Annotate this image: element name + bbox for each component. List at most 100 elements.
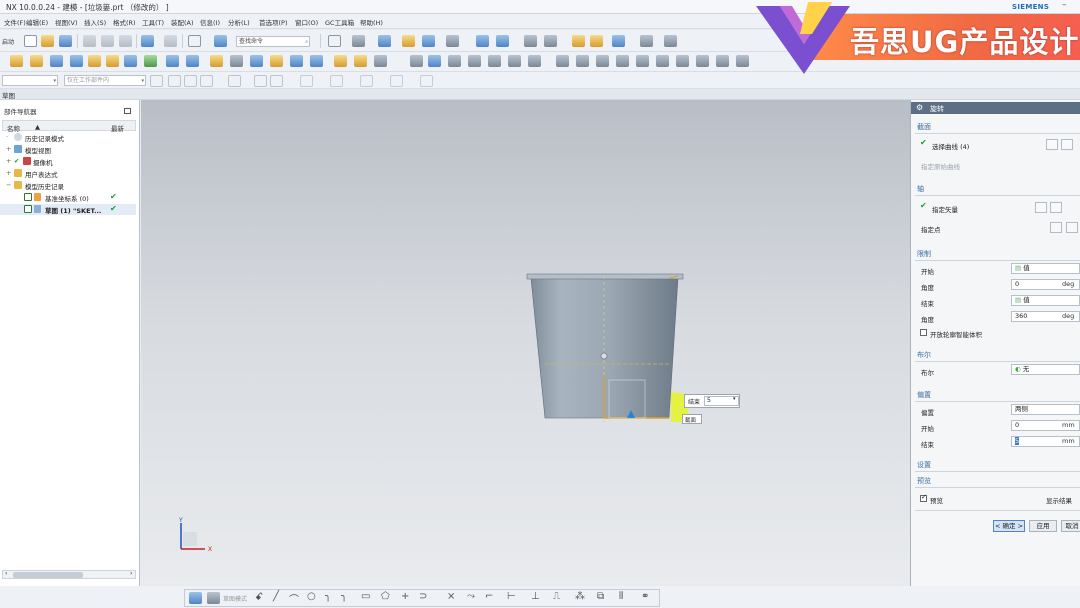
arc-icon[interactable]: ⌒: [289, 591, 299, 606]
sweep-icon[interactable]: [354, 55, 367, 67]
end-type-select[interactable]: ▤ 值: [1011, 295, 1080, 306]
studio-surface-icon[interactable]: [468, 55, 481, 67]
more-icon[interactable]: ⚭: [641, 591, 649, 602]
grid-icon[interactable]: [207, 592, 220, 604]
bounded-plane-icon[interactable]: [508, 55, 521, 67]
arc-icon[interactable]: [576, 55, 589, 67]
chamfer-icon[interactable]: [186, 55, 199, 67]
start-menu[interactable]: 启动: [2, 37, 14, 46]
swept-icon[interactable]: [488, 55, 501, 67]
open-icon[interactable]: [41, 35, 54, 47]
paste-icon[interactable]: [119, 35, 132, 47]
command-finder-icon[interactable]: [214, 35, 227, 47]
tree-item-history-mode[interactable]: · 历史记录模式: [0, 132, 136, 143]
chamfer-icon[interactable]: ╮: [341, 591, 347, 602]
show-result-label[interactable]: 显示结果: [1046, 495, 1072, 505]
sew-icon[interactable]: [528, 55, 541, 67]
pattern-icon[interactable]: [270, 55, 283, 67]
render-style-icon[interactable]: [378, 35, 391, 47]
shaded-icon[interactable]: [422, 35, 435, 47]
line-icon[interactable]: [556, 55, 569, 67]
tree-item-user-expressions[interactable]: + 用户表达式: [0, 168, 136, 179]
cancel-button[interactable]: 取消: [1061, 520, 1080, 532]
polygon-icon[interactable]: ⬠: [381, 591, 390, 602]
snap-on-face-icon[interactable]: [420, 75, 433, 87]
inferred-point-icon[interactable]: [1066, 222, 1078, 233]
project-curve-icon[interactable]: [656, 55, 669, 67]
menu-format[interactable]: 格式(R): [113, 17, 136, 27]
dimension-icon[interactable]: ⊢: [507, 591, 516, 602]
trim-body-icon[interactable]: [250, 55, 263, 67]
line-icon[interactable]: ╱: [273, 591, 279, 602]
offset-end-input[interactable]: 5 mm: [1011, 436, 1080, 447]
edge-blend-icon[interactable]: [166, 55, 179, 67]
shell-icon[interactable]: [210, 55, 223, 67]
menu-view[interactable]: 视图(V): [55, 17, 78, 27]
revolve-icon[interactable]: [30, 55, 43, 67]
offset-start-input[interactable]: 0 mm: [1011, 420, 1080, 431]
profile-icon[interactable]: ꗃ: [255, 592, 263, 603]
ruled-icon[interactable]: [448, 55, 461, 67]
redo-icon[interactable]: [164, 35, 177, 47]
measure-icon[interactable]: [590, 35, 603, 47]
vector-dialog-icon[interactable]: [1035, 202, 1047, 213]
point-icon[interactable]: +: [401, 591, 409, 602]
section-header-limits[interactable]: 限制: [917, 249, 931, 259]
menu-file[interactable]: 文件(F): [4, 17, 26, 27]
end-value-popup[interactable]: 结束 5 ▾: [684, 394, 740, 408]
menu-preferences[interactable]: 首选项(P): [259, 17, 288, 27]
menu-edit[interactable]: 编辑(E): [26, 17, 48, 27]
type-filter-select[interactable]: ▾: [2, 75, 58, 86]
constraint-icon[interactable]: ⊥: [531, 591, 540, 602]
menu-information[interactable]: 信息(I): [200, 17, 220, 27]
fit-view-icon[interactable]: [328, 35, 341, 47]
select-mode-icon[interactable]: [168, 75, 181, 87]
snap-midpoint-icon[interactable]: [228, 75, 241, 87]
command-search-input[interactable]: 查找命令 ⌕: [236, 36, 310, 47]
snap-endpoint-icon[interactable]: [200, 75, 213, 87]
start-angle-input[interactable]: 0 deg: [1011, 279, 1080, 290]
menu-tools[interactable]: 工具(T): [142, 17, 164, 27]
through-curves-icon[interactable]: [428, 55, 441, 67]
bridge-curve-icon[interactable]: [696, 55, 709, 67]
snap-control-icon[interactable]: [254, 75, 267, 87]
selection-scope-select[interactable]: 仅在工作部件内 ▾: [64, 75, 146, 86]
model-canvas[interactable]: Y X: [141, 100, 910, 586]
fillet-icon[interactable]: ╮: [325, 591, 331, 602]
tree-item-datum-csys[interactable]: 基准坐标系 (0) ✔: [0, 192, 136, 203]
specify-vector-label[interactable]: 指定矢量: [932, 204, 958, 214]
curve-rule-icon[interactable]: [1046, 139, 1058, 150]
ruler-icon[interactable]: [640, 35, 653, 47]
deselect-icon[interactable]: [184, 75, 197, 87]
tree-item-sketch[interactable]: 草图 (1) "SKET... ✔: [0, 204, 136, 215]
visibility-checkbox[interactable]: [24, 205, 32, 213]
extend-icon[interactable]: ⤳: [467, 591, 475, 602]
mirror-icon[interactable]: [290, 55, 303, 67]
unite-icon[interactable]: [144, 55, 157, 67]
surface-icon[interactable]: [410, 55, 423, 67]
specify-origin-curve-label[interactable]: 指定原始曲线: [921, 161, 960, 171]
view-orient-icon[interactable]: [352, 35, 365, 47]
boss-icon[interactable]: [106, 55, 119, 67]
derived-icon[interactable]: ⫴: [619, 591, 623, 602]
snap-on-curve-icon[interactable]: [390, 75, 403, 87]
project-icon[interactable]: ⧉: [597, 591, 604, 602]
wcs-icon[interactable]: [544, 35, 557, 47]
snap-point-icon[interactable]: [360, 75, 373, 87]
cylinder-icon[interactable]: [70, 55, 83, 67]
section-header-preview[interactable]: 预览: [917, 476, 931, 486]
sort-ascending-icon[interactable]: ▲: [35, 123, 40, 131]
background-icon[interactable]: [446, 35, 459, 47]
block-icon[interactable]: [50, 55, 63, 67]
thicken-icon[interactable]: [334, 55, 347, 67]
helix-icon[interactable]: [636, 55, 649, 67]
hole-icon[interactable]: [88, 55, 101, 67]
tree-item-model-views[interactable]: + 模型视图: [0, 144, 136, 155]
window-icon[interactable]: [188, 35, 201, 47]
analysis-icon[interactable]: [664, 35, 677, 47]
draft-icon[interactable]: [230, 55, 243, 67]
section-view-icon[interactable]: [476, 35, 489, 47]
boolean-select[interactable]: ◐ 无: [1011, 364, 1080, 375]
section-header-offset[interactable]: 偏置: [917, 390, 931, 400]
corner-icon[interactable]: ⌐: [485, 591, 493, 602]
